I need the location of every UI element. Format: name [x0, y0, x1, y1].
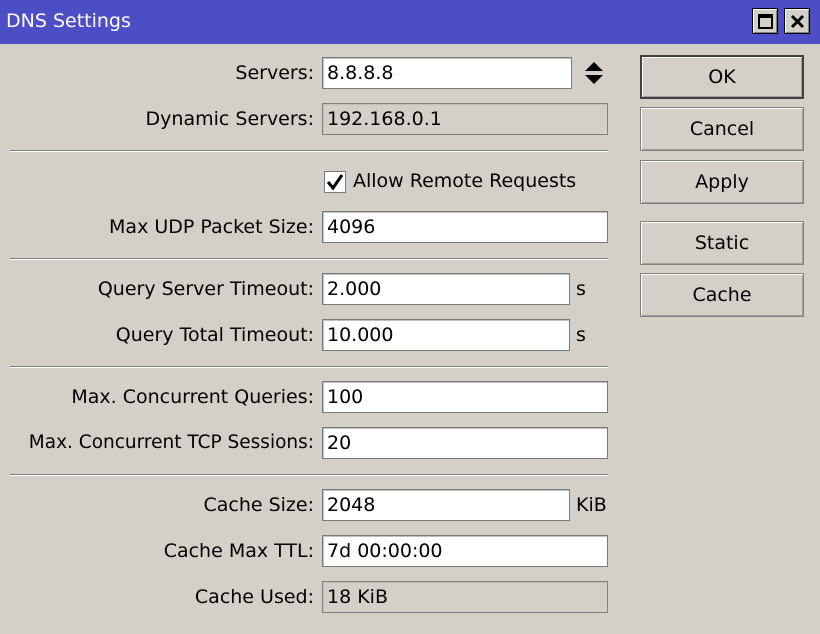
separator: [10, 258, 608, 260]
max-concurrent-tcp-row: Max. Concurrent TCP Sessions:: [0, 428, 314, 458]
window-title: DNS Settings: [6, 10, 131, 32]
query-total-timeout-row: Query Total Timeout:: [0, 320, 314, 350]
query-total-timeout-unit: s: [576, 324, 586, 346]
servers-row: Servers:: [0, 58, 314, 88]
servers-label: Servers:: [235, 62, 314, 84]
cancel-button[interactable]: Cancel: [640, 107, 804, 151]
servers-input[interactable]: 8.8.8.8: [322, 57, 572, 89]
static-button[interactable]: Static: [640, 221, 804, 265]
allow-remote-requests-label[interactable]: Allow Remote Requests: [353, 170, 576, 192]
cache-max-ttl-input[interactable]: 7d 00:00:00: [322, 535, 608, 567]
cache-size-label: Cache Size:: [203, 494, 314, 516]
max-concurrent-queries-input[interactable]: 100: [322, 381, 608, 413]
title-bar: DNS Settings: [0, 0, 820, 44]
dynamic-servers-label: Dynamic Servers:: [145, 108, 314, 130]
dynamic-servers-row: Dynamic Servers:: [0, 104, 314, 134]
cache-size-row: Cache Size:: [0, 490, 314, 520]
up-down-arrows-icon: [585, 62, 603, 84]
checkmark-icon: [326, 174, 344, 191]
max-udp-input[interactable]: 4096: [322, 211, 608, 243]
maximize-button[interactable]: [752, 8, 778, 34]
cache-max-ttl-row: Cache Max TTL:: [0, 536, 314, 566]
separator: [10, 366, 608, 368]
max-udp-label: Max UDP Packet Size:: [109, 216, 314, 238]
max-concurrent-tcp-label: Max. Concurrent TCP Sessions:: [28, 432, 314, 453]
cache-used-row: Cache Used:: [0, 582, 314, 612]
allow-remote-requests-checkbox[interactable]: [324, 171, 346, 193]
query-server-timeout-unit: s: [576, 278, 586, 300]
max-udp-row: Max UDP Packet Size:: [0, 212, 314, 242]
cache-button[interactable]: Cache: [640, 273, 804, 317]
cache-size-unit: KiB: [576, 494, 607, 516]
apply-button[interactable]: Apply: [640, 160, 804, 204]
close-icon: [790, 14, 805, 29]
max-concurrent-queries-label: Max. Concurrent Queries:: [71, 386, 314, 408]
cache-size-input[interactable]: 2048: [322, 489, 570, 521]
query-total-timeout-input[interactable]: 10.000: [322, 319, 570, 351]
dynamic-servers-field: 192.168.0.1: [322, 103, 608, 135]
query-server-timeout-row: Query Server Timeout:: [0, 274, 314, 304]
maximize-icon: [758, 14, 773, 29]
cache-used-label: Cache Used:: [194, 586, 314, 608]
ok-button[interactable]: OK: [640, 55, 804, 99]
separator: [10, 150, 608, 152]
max-concurrent-tcp-input[interactable]: 20: [322, 427, 608, 459]
query-total-timeout-label: Query Total Timeout:: [115, 324, 314, 346]
close-button[interactable]: [784, 8, 810, 34]
cache-used-field: 18 KiB: [322, 581, 608, 613]
query-server-timeout-input[interactable]: 2.000: [322, 273, 570, 305]
cache-max-ttl-label: Cache Max TTL:: [163, 540, 314, 562]
servers-spinner[interactable]: [582, 60, 606, 86]
separator: [10, 474, 608, 476]
max-concurrent-queries-row: Max. Concurrent Queries:: [0, 382, 314, 412]
query-server-timeout-label: Query Server Timeout:: [97, 278, 314, 300]
